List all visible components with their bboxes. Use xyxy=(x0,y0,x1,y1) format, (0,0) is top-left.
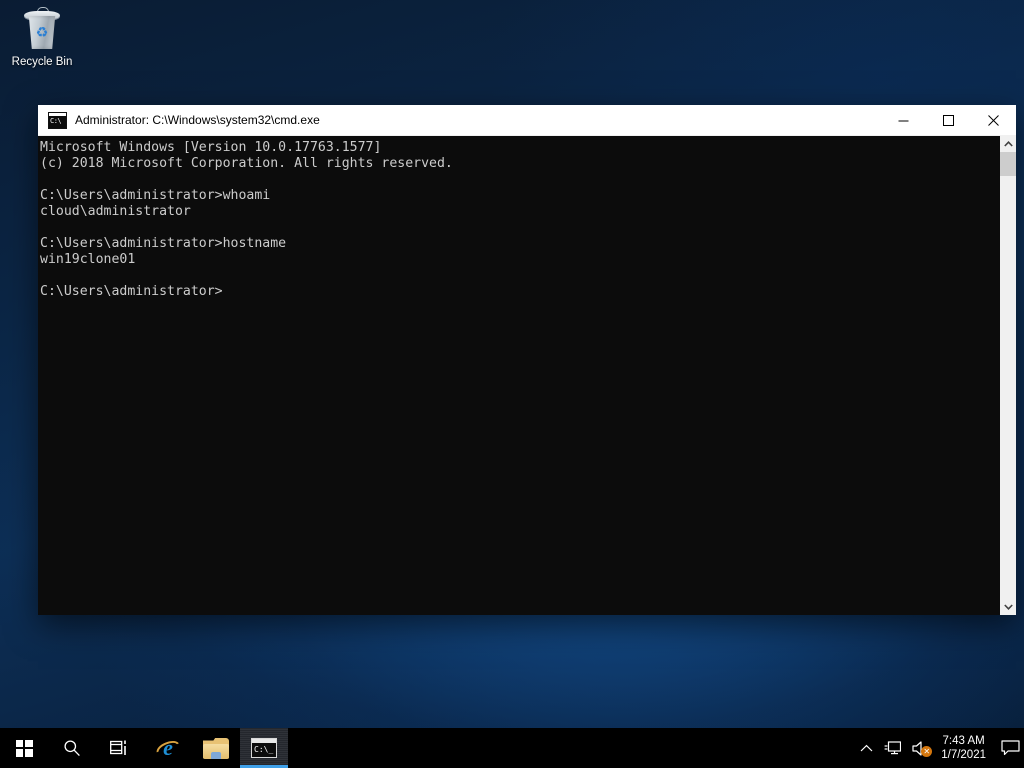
cmd-icon xyxy=(48,111,67,129)
scrollbar-thumb[interactable] xyxy=(1000,152,1016,176)
clock-date: 1/7/2021 xyxy=(941,749,986,761)
console-scrollbar[interactable] xyxy=(999,136,1016,615)
window-title: Administrator: C:\Windows\system32\cmd.e… xyxy=(75,113,320,127)
clock-time: 7:43 AM xyxy=(942,735,985,747)
desktop-icon-label: Recycle Bin xyxy=(11,56,73,68)
volume-muted-button[interactable]: ✕ xyxy=(905,728,935,768)
taskbar-app-file-explorer[interactable] xyxy=(192,728,240,768)
mute-badge-icon: ✕ xyxy=(921,746,933,757)
recycle-bin-icon: ♻ xyxy=(18,6,66,54)
desktop-icon-recycle-bin[interactable]: ♻ Recycle Bin xyxy=(4,6,80,69)
scrollbar-up-button[interactable] xyxy=(1000,136,1016,152)
task-view-icon xyxy=(110,739,130,757)
file-explorer-icon xyxy=(203,737,229,759)
window-titlebar[interactable]: Administrator: C:\Windows\system32\cmd.e… xyxy=(38,105,1016,136)
maximize-button[interactable] xyxy=(926,105,971,135)
task-view-button[interactable] xyxy=(96,728,144,768)
start-button[interactable] xyxy=(0,728,48,768)
taskbar-app-cmd[interactable] xyxy=(240,728,288,768)
cmd-window[interactable]: Administrator: C:\Windows\system32\cmd.e… xyxy=(38,105,1016,615)
show-hidden-icons-button[interactable] xyxy=(853,728,879,768)
network-icon[interactable] xyxy=(879,728,905,768)
cmd-icon xyxy=(251,738,277,758)
taskbar-app-internet-explorer[interactable]: e xyxy=(144,728,192,768)
windows-logo-icon xyxy=(15,739,33,757)
internet-explorer-icon: e xyxy=(156,736,180,760)
window-controls[interactable] xyxy=(881,105,1016,135)
console-output[interactable]: Microsoft Windows [Version 10.0.17763.15… xyxy=(38,136,999,615)
search-icon xyxy=(63,739,81,757)
taskbar-clock[interactable]: 7:43 AM 1/7/2021 xyxy=(935,728,996,768)
scrollbar-down-button[interactable] xyxy=(1000,599,1016,615)
taskbar[interactable]: e C:\_ ✕ 7:43 AM 1/7/2021 xyxy=(0,728,1024,768)
system-tray[interactable]: ✕ 7:43 AM 1/7/2021 xyxy=(853,728,1024,768)
action-center-button[interactable] xyxy=(996,728,1024,768)
desktop[interactable]: ♻ Recycle Bin Administrator: C:\Windows\… xyxy=(0,0,1024,768)
close-button[interactable] xyxy=(971,105,1016,135)
search-button[interactable] xyxy=(48,728,96,768)
scrollbar-track[interactable] xyxy=(1000,152,1016,599)
console-body[interactable]: Microsoft Windows [Version 10.0.17763.15… xyxy=(38,136,1016,615)
recycle-symbol-icon: ♻ xyxy=(35,24,49,40)
minimize-button[interactable] xyxy=(881,105,926,135)
